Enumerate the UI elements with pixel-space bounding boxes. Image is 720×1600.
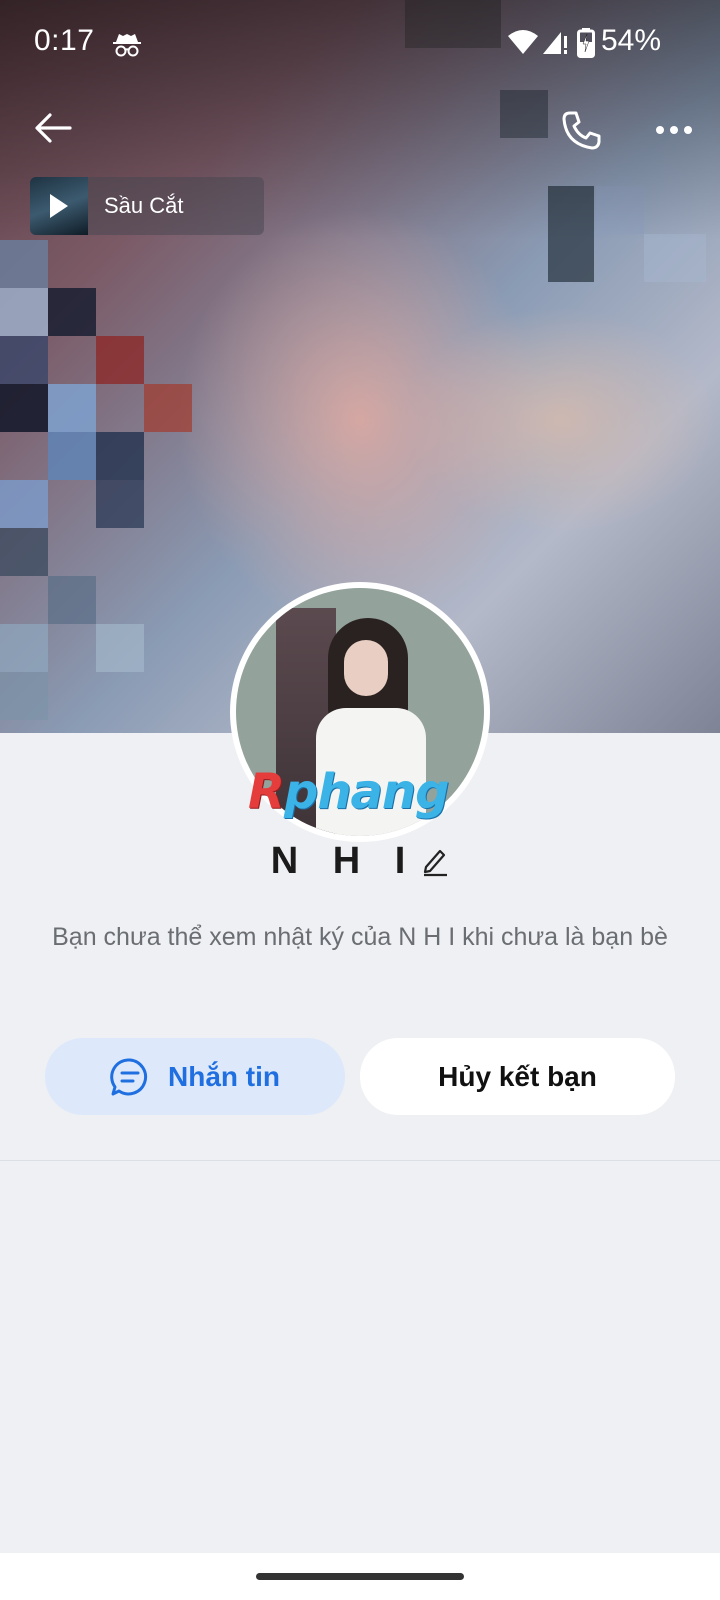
watermark-logo: Rphang	[248, 764, 449, 820]
status-bar: 0:17 54%	[0, 0, 720, 84]
unfriend-button-label: Hủy kết bạn	[438, 1060, 597, 1092]
play-icon	[50, 194, 68, 218]
status-battery-percent: 54%	[601, 24, 662, 57]
more-icon[interactable]	[654, 110, 694, 150]
music-thumbnail[interactable]	[30, 177, 88, 235]
status-time: 0:17	[34, 24, 95, 57]
music-chip[interactable]: Sầu Cắt	[30, 177, 264, 235]
divider	[0, 1160, 720, 1161]
chat-icon	[110, 1057, 148, 1095]
home-indicator[interactable]	[256, 1573, 464, 1580]
music-title: Sầu Cắt	[104, 193, 184, 218]
phone-icon[interactable]	[560, 108, 604, 152]
signal-icon	[543, 32, 567, 54]
message-button-label: Nhắn tin	[168, 1060, 280, 1092]
wifi-icon	[508, 30, 538, 54]
back-button[interactable]	[30, 106, 74, 150]
privacy-note: Bạn chưa thể xem nhật ký của N H I khi c…	[52, 923, 668, 951]
message-button[interactable]: Nhắn tin	[45, 1038, 345, 1115]
incognito-icon	[113, 34, 141, 57]
edit-icon[interactable]	[421, 845, 449, 877]
profile-name: N H I	[270, 839, 418, 882]
profile-name-row: N H I	[0, 836, 720, 886]
unfriend-button[interactable]: Hủy kết bạn	[360, 1038, 675, 1115]
battery-icon	[577, 28, 595, 58]
